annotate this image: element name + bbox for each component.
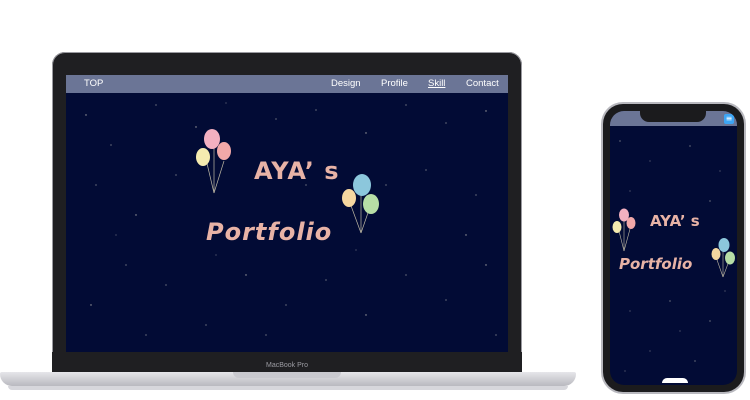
hamburger-menu-icon[interactable]: ≡ [724, 114, 734, 124]
nav-link-skill[interactable]: Skill [428, 77, 445, 90]
phone-power-button [744, 165, 746, 195]
phone-home-indicator [662, 378, 688, 383]
phone-volume-button [601, 172, 603, 194]
laptop-hinge-notch [233, 372, 341, 378]
nav-link-design[interactable]: Design [331, 77, 361, 90]
phone-hero-title-line1: AYA’ s [650, 212, 700, 230]
phone-hero-title-line2: Portfolio [619, 255, 693, 273]
phone-balloons-right [711, 238, 735, 278]
nav-link-profile[interactable]: Profile [381, 77, 408, 90]
nav-link-contact[interactable]: Contact [466, 77, 499, 90]
phone-balloons-left [612, 208, 636, 252]
starfield-background [85, 102, 497, 336]
phone-notch [640, 110, 706, 122]
laptop-base-shadow [8, 386, 568, 390]
balloons-illustration-right [342, 174, 379, 234]
nav-link-top[interactable]: TOP [84, 77, 103, 90]
laptop-brand-label: MacBook Pro [265, 362, 309, 369]
phone-side-button [601, 150, 603, 166]
top-navigation-bar: TOP Design Profile Skill Contact [66, 75, 508, 93]
phone-screen: ≡ AYA’ s Portfolio [610, 111, 737, 385]
laptop-screen: TOP Design Profile Skill Contact AYA’ s … [66, 75, 508, 352]
hero-title-line2: Portfolio [206, 218, 333, 246]
balloons-illustration-left [196, 129, 231, 194]
hero-title-line1: AYA’ s [254, 157, 340, 185]
phone-starfield-background [612, 140, 735, 372]
